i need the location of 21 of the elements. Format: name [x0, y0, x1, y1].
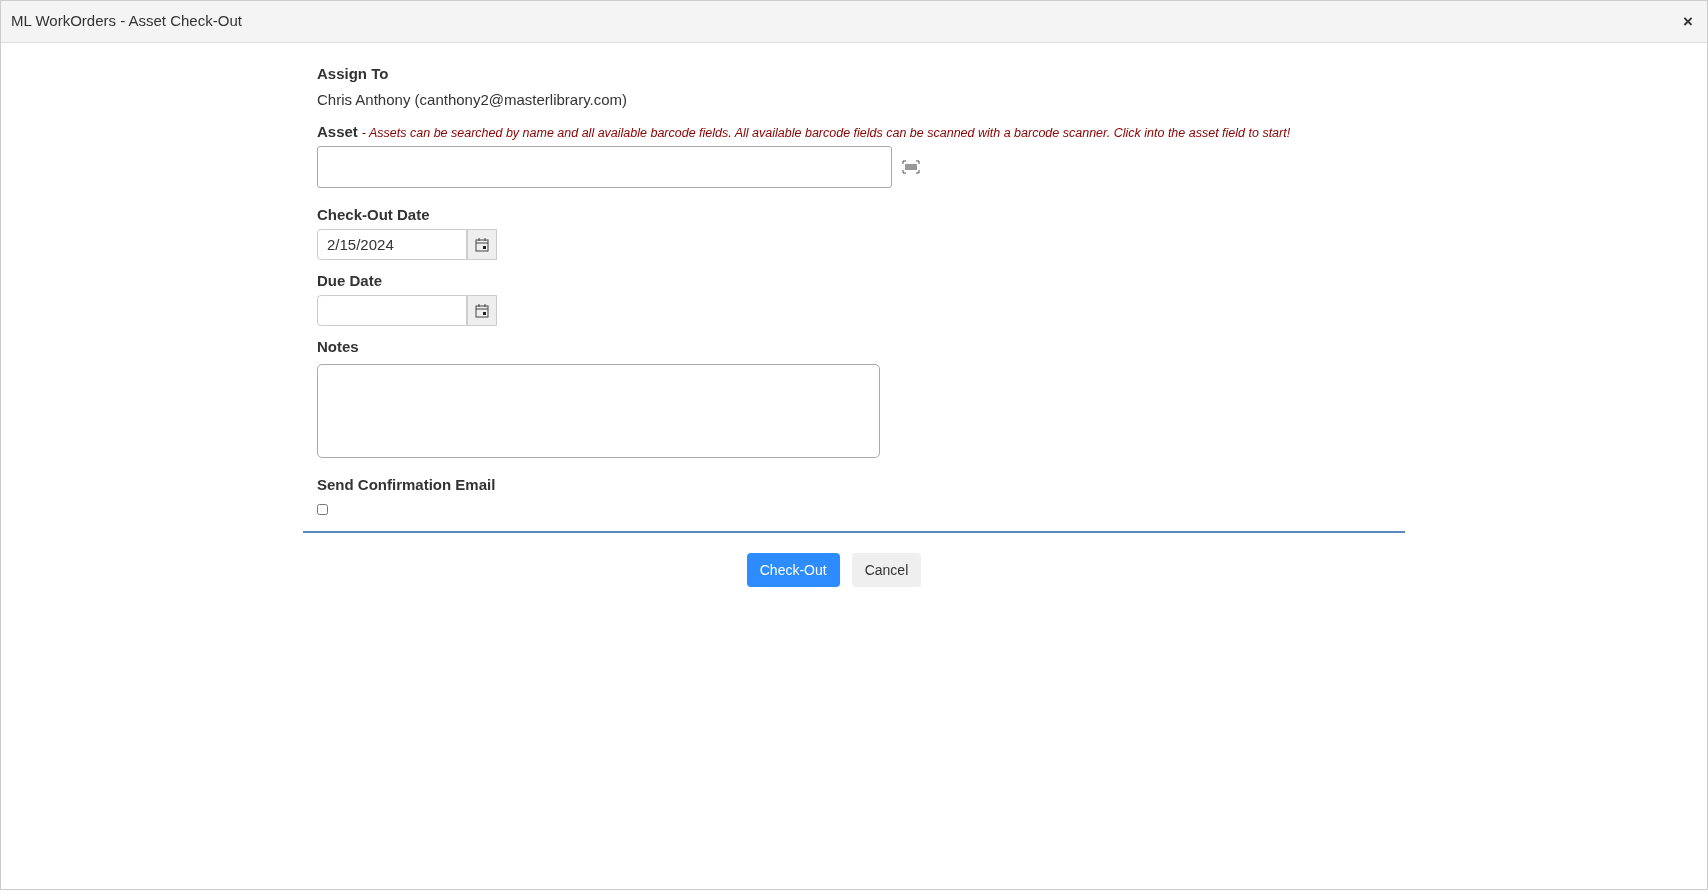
asset-hint-text: - Assets can be searched by name and all available barcode fields. All available barcode fields can be scanned with a barcode scanner. Click into the asset field to start! — [361, 125, 1291, 142]
close-button[interactable]: × — [1679, 8, 1697, 35]
notes-field[interactable] — [317, 364, 880, 458]
barcode-scan-icon[interactable] — [902, 160, 920, 174]
field-label: Due Date — [317, 271, 384, 290]
calendar-icon — [475, 303, 489, 318]
calendar-button[interactable] — [467, 229, 497, 260]
calendar-icon — [475, 237, 489, 252]
field-label: Send Confirmation Email — [317, 475, 497, 494]
field-label: Asset — [317, 122, 358, 142]
asset-field[interactable] — [317, 146, 892, 188]
confirmation-checkbox[interactable] — [317, 504, 328, 515]
window-title: ML WorkOrders - Asset Check-Out — [11, 11, 242, 32]
field-label: Assign To — [317, 64, 390, 83]
field-label: Notes — [317, 337, 360, 356]
date-field[interactable]: 2/15/2024 — [317, 229, 467, 260]
date-field[interactable] — [317, 295, 467, 326]
cancel-button[interactable]: Cancel — [851, 553, 922, 587]
assignee-text: Chris Anthony (canthony2@masterlibrary.com) — [317, 90, 629, 109]
calendar-button[interactable] — [467, 295, 497, 326]
field-label: Check-Out Date — [317, 205, 431, 224]
